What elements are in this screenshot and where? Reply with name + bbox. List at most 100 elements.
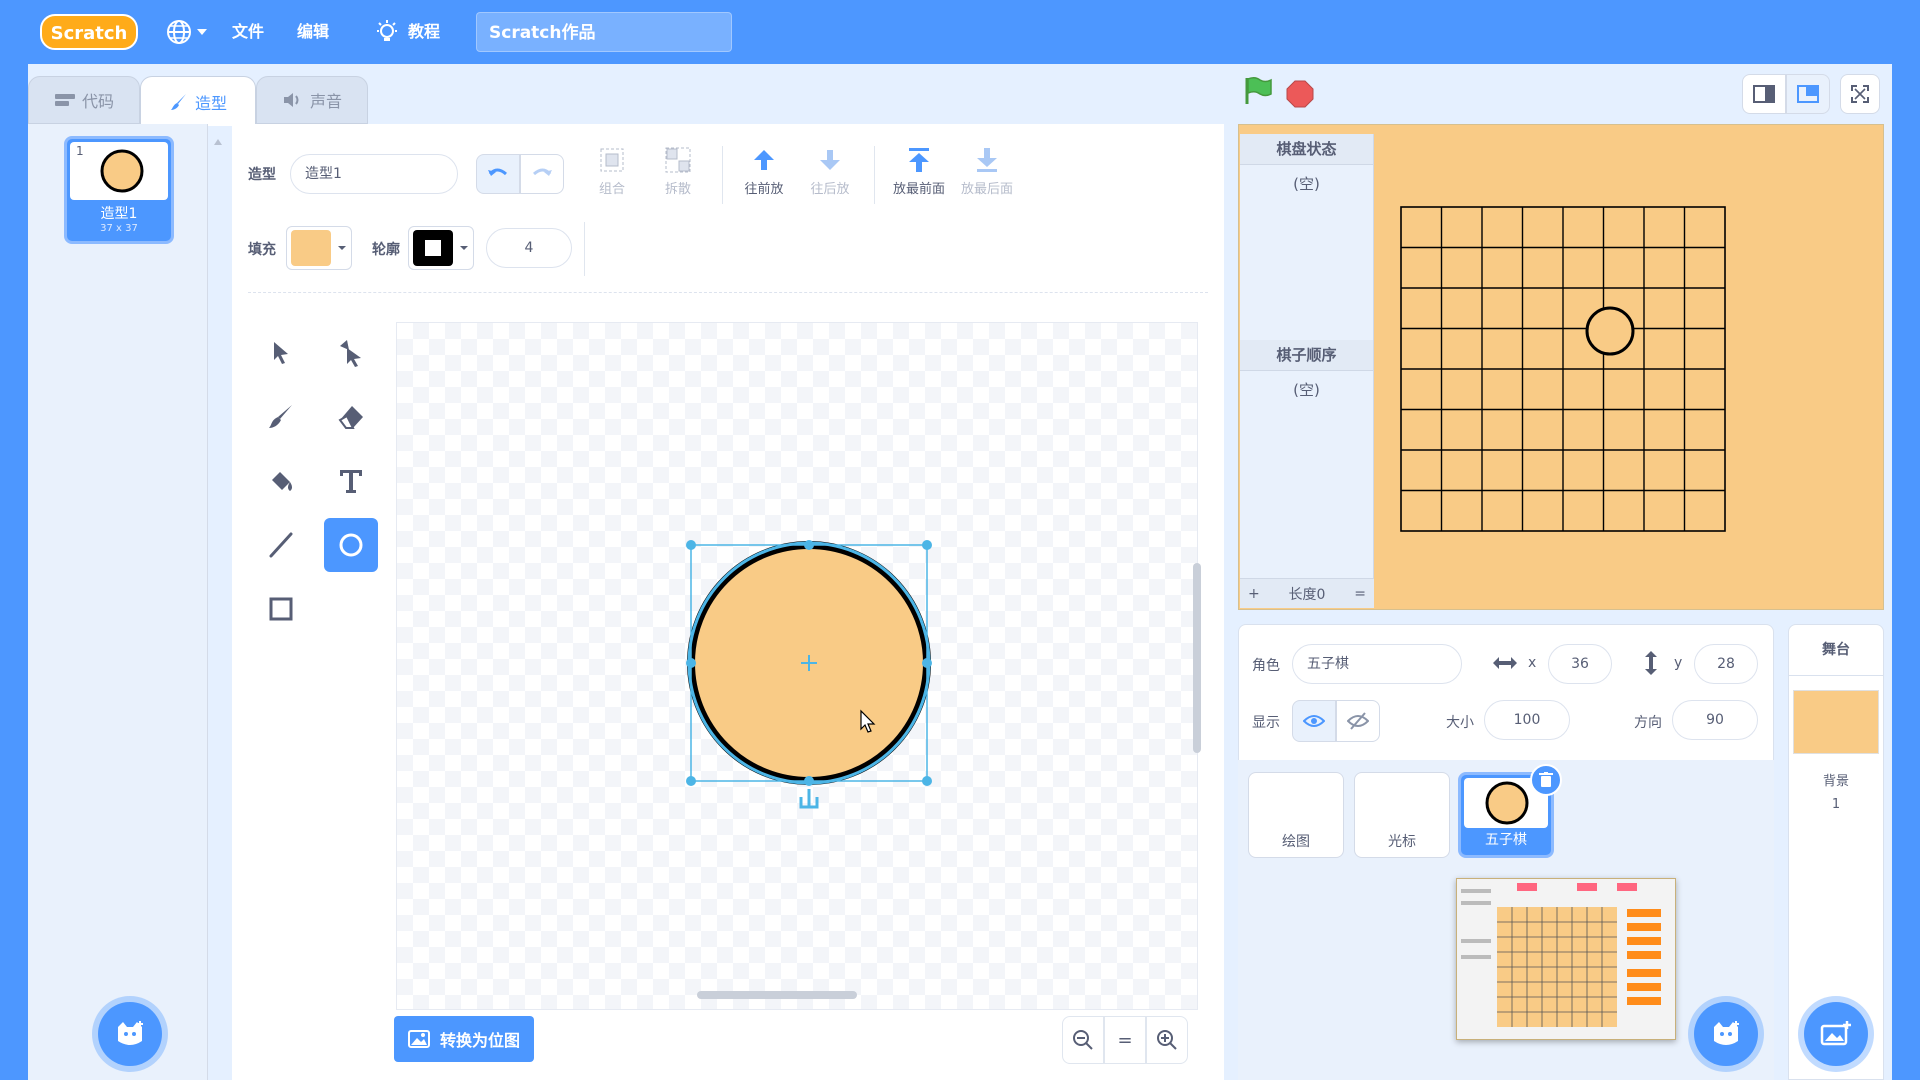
costume-list-scrollbar[interactable]	[214, 132, 222, 1072]
delete-sprite-button[interactable]	[1530, 764, 1562, 796]
zoom-in-button[interactable]	[1146, 1016, 1188, 1064]
sprite-tile-draw[interactable]: 绘图	[1248, 772, 1344, 858]
zoom-reset-button[interactable]: =	[1104, 1016, 1146, 1064]
y-input[interactable]: 28	[1694, 644, 1758, 684]
undo-button[interactable]	[476, 154, 520, 194]
canvas-horizontal-scrollbar[interactable]	[697, 991, 857, 999]
undo-icon	[488, 168, 507, 176]
outline-color-picker[interactable]	[408, 226, 474, 270]
forward-button[interactable]: 往前放	[734, 146, 794, 202]
size-label: 大小	[1446, 715, 1474, 731]
arrow-to-top-icon	[909, 148, 929, 172]
zoom-out-icon	[1073, 1030, 1093, 1050]
back-button[interactable]: 放最后面	[954, 146, 1020, 202]
text-tool[interactable]	[324, 454, 378, 508]
outline-width-input[interactable]: 4	[486, 228, 572, 268]
list-add-button[interactable]: +	[1248, 586, 1260, 602]
divider	[722, 146, 723, 204]
costume-name-input[interactable]: 造型1	[290, 154, 458, 194]
arrow-to-bottom-icon	[977, 148, 997, 172]
convert-label: 转换为位图	[439, 1031, 520, 1050]
sprite-name: 光标	[1388, 834, 1416, 850]
tab-sounds[interactable]: 声音	[256, 76, 368, 124]
x-label: x	[1528, 655, 1537, 671]
green-flag-button[interactable]	[1240, 74, 1274, 108]
show-sprite-button[interactable]	[1292, 700, 1336, 742]
zoom-out-button[interactable]	[1062, 1016, 1104, 1064]
eraser-icon	[338, 406, 363, 429]
tutorials-menu[interactable]: 教程	[374, 18, 470, 46]
convert-to-bitmap-button[interactable]: 转换为位图	[394, 1016, 534, 1062]
rectangle-icon	[269, 597, 293, 621]
circle-tool[interactable]	[324, 518, 378, 572]
lightbulb-icon	[377, 20, 397, 41]
ungroup-button[interactable]: 拆散	[648, 146, 708, 202]
group-button[interactable]: 组合	[582, 146, 642, 202]
stage-selector-title: 舞台	[1789, 625, 1883, 676]
direction-input[interactable]: 90	[1672, 700, 1758, 740]
canvas-vertical-scrollbar[interactable]	[1193, 563, 1201, 753]
costume-name-label: 造型	[248, 167, 276, 183]
direction-label: 方向	[1634, 715, 1662, 731]
project-title-input[interactable]: Scratch作品	[476, 12, 732, 52]
tab-code[interactable]: 代码	[28, 76, 140, 124]
size-input[interactable]: 100	[1484, 700, 1570, 740]
edit-menu[interactable]: 编辑	[297, 0, 329, 64]
undo-redo-group	[476, 154, 564, 194]
scratch-logo[interactable]: Scratch	[40, 12, 138, 52]
rectangle-tool[interactable]	[254, 582, 308, 636]
stop-button[interactable]	[1286, 80, 1314, 108]
backdrop-count: 1	[1831, 797, 1841, 812]
outline-label: 轮廓	[372, 242, 400, 258]
hide-sprite-button[interactable]	[1336, 700, 1380, 742]
chevron-down-icon	[338, 246, 346, 250]
eraser-tool[interactable]	[324, 390, 378, 444]
menu-bar: Scratch 文件 编辑 教程 Scratch作品	[0, 0, 1920, 64]
line-icon	[269, 532, 293, 558]
sprite-tile-cursor[interactable]: 光标	[1354, 772, 1450, 858]
globe-icon	[167, 20, 191, 44]
tab-costumes[interactable]: 造型	[140, 76, 256, 126]
tab-code-label: 代码	[81, 92, 114, 111]
fill-tool[interactable]	[254, 454, 308, 508]
backward-button[interactable]: 往后放	[800, 146, 860, 202]
sprite-name: 五子棋	[1485, 832, 1527, 848]
tab-sounds-label: 声音	[309, 92, 342, 111]
svg-text:Scratch: Scratch	[51, 23, 128, 44]
large-stage-button[interactable]	[1786, 74, 1830, 114]
brush-icon	[170, 93, 186, 110]
piece-order-monitor[interactable]: 棋子顺序 (空) + 长度0 =	[1240, 340, 1374, 608]
group-label: 组合	[598, 182, 625, 197]
x-input[interactable]: 36	[1548, 644, 1612, 684]
line-tool[interactable]	[254, 518, 308, 572]
costume-thumbnail: 1	[70, 142, 168, 200]
fill-swatch	[291, 230, 331, 266]
choose-backdrop-button[interactable]	[1804, 1002, 1868, 1066]
board-state-title: 棋盘状态	[1240, 134, 1373, 165]
backdrop-add-icon	[1820, 1021, 1851, 1046]
language-menu[interactable]	[166, 18, 212, 46]
paint-canvas[interactable]	[396, 322, 1201, 1010]
list-length: 长度0	[1288, 586, 1326, 603]
choose-sprite-button[interactable]	[1694, 1002, 1758, 1066]
sprite-name-input[interactable]: 五子棋	[1292, 644, 1462, 684]
costume-index: 1	[76, 144, 84, 158]
file-menu[interactable]: 文件	[232, 0, 264, 64]
piece-order-title: 棋子顺序	[1240, 340, 1373, 371]
fill-color-picker[interactable]	[286, 226, 352, 270]
board-state-monitor[interactable]: 棋盘状态 (空)	[1240, 134, 1374, 340]
list-resize-handle[interactable]: =	[1354, 586, 1366, 602]
reshape-tool[interactable]	[324, 326, 378, 380]
choose-costume-button[interactable]	[98, 1002, 162, 1066]
small-stage-icon	[1753, 85, 1775, 103]
game-board	[1400, 206, 1726, 532]
small-stage-button[interactable]	[1742, 74, 1786, 114]
redo-button[interactable]	[520, 154, 564, 194]
brush-tool[interactable]	[254, 390, 308, 444]
costume-tile[interactable]: 1 造型1 37 x 37	[64, 136, 174, 244]
game-piece	[1585, 306, 1635, 356]
front-button[interactable]: 放最前面	[886, 146, 952, 202]
select-tool[interactable]	[254, 326, 308, 380]
large-stage-icon	[1797, 85, 1819, 103]
fullscreen-button[interactable]	[1840, 74, 1880, 114]
